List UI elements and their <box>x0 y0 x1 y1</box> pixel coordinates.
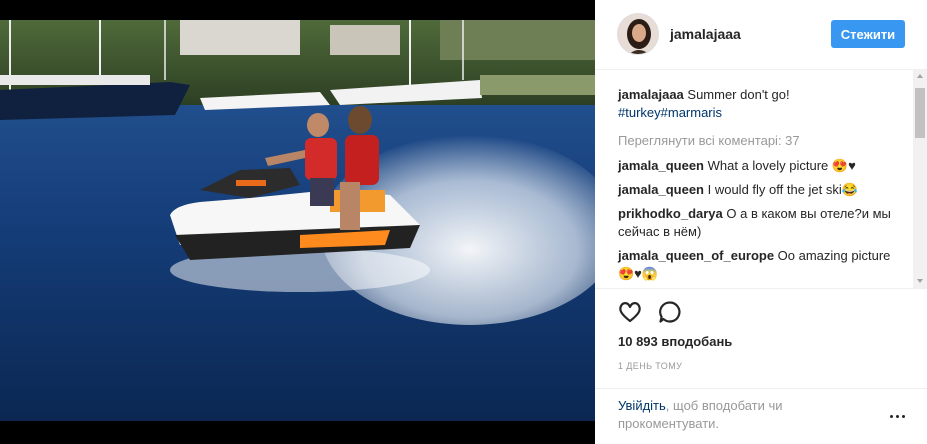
post-actions: 10 893 вподобань 1 день тому <box>595 288 927 388</box>
avatar-image <box>618 14 658 54</box>
follow-button[interactable]: Стежити <box>831 20 905 48</box>
login-prompt: Увійдіть, щоб вподобати чи прокоментуват… <box>595 388 927 444</box>
caption-text: Summer don't go! <box>683 87 790 102</box>
comment-username[interactable]: prikhodko_darya <box>618 206 723 221</box>
comment-item: jamala_queen I would fly off the jet ski… <box>618 181 898 199</box>
caption-hashtags[interactable]: #turkey#marmaris <box>618 105 722 120</box>
post-sidebar: jamalajaaa Стежити jamalajaaa Summer don… <box>595 0 927 444</box>
login-prompt-text: Увійдіть, щоб вподобати чи прокоментуват… <box>618 397 868 433</box>
header-username[interactable]: jamalajaaa <box>670 26 741 42</box>
post-timestamp: 1 день тому <box>618 361 683 371</box>
login-link[interactable]: Увійдіть <box>618 398 666 413</box>
scroll-down-arrow-icon[interactable] <box>917 279 923 283</box>
post-caption: jamalajaaa Summer don't go! #turkey#marm… <box>618 86 898 122</box>
comment-username[interactable]: jamala_queen <box>618 158 704 173</box>
likes-count[interactable]: 10 893 вподобань <box>618 334 732 349</box>
comment-item: prikhodko_darya О а в каком вы отеле?и м… <box>618 205 898 241</box>
view-all-comments-link[interactable]: Переглянути всі коментарі: 37 <box>618 132 898 150</box>
post-photo <box>0 20 595 421</box>
comment-text: What a lovely picture 😍♥ <box>704 158 856 173</box>
post-photo-pane <box>0 0 595 444</box>
ellipsis-icon[interactable] <box>890 413 906 421</box>
scrollbar-thumb[interactable] <box>915 88 925 138</box>
avatar[interactable] <box>617 13 659 55</box>
caption-username[interactable]: jamalajaaa <box>618 87 684 102</box>
comment-item: jamala_queen_of_europe Oo amazing pictur… <box>618 247 898 283</box>
comment-username[interactable]: jamala_queen <box>618 182 704 197</box>
comment-text: I would fly off the jet ski😂 <box>704 182 858 197</box>
comments-scrollbar[interactable] <box>913 70 927 288</box>
comment-username[interactable]: jamala_queen_of_europe <box>618 248 774 263</box>
comments-section: jamalajaaa Summer don't go! #turkey#marm… <box>595 70 927 288</box>
comments-list: jamalajaaa Summer don't go! #turkey#marm… <box>618 86 898 288</box>
heart-outline-icon[interactable] <box>617 299 643 325</box>
speech-bubble-icon[interactable] <box>657 299 683 325</box>
scroll-up-arrow-icon[interactable] <box>917 74 923 78</box>
post-header: jamalajaaa Стежити <box>595 0 927 70</box>
comment-item: jamala_queen What a lovely picture 😍♥ <box>618 157 898 175</box>
